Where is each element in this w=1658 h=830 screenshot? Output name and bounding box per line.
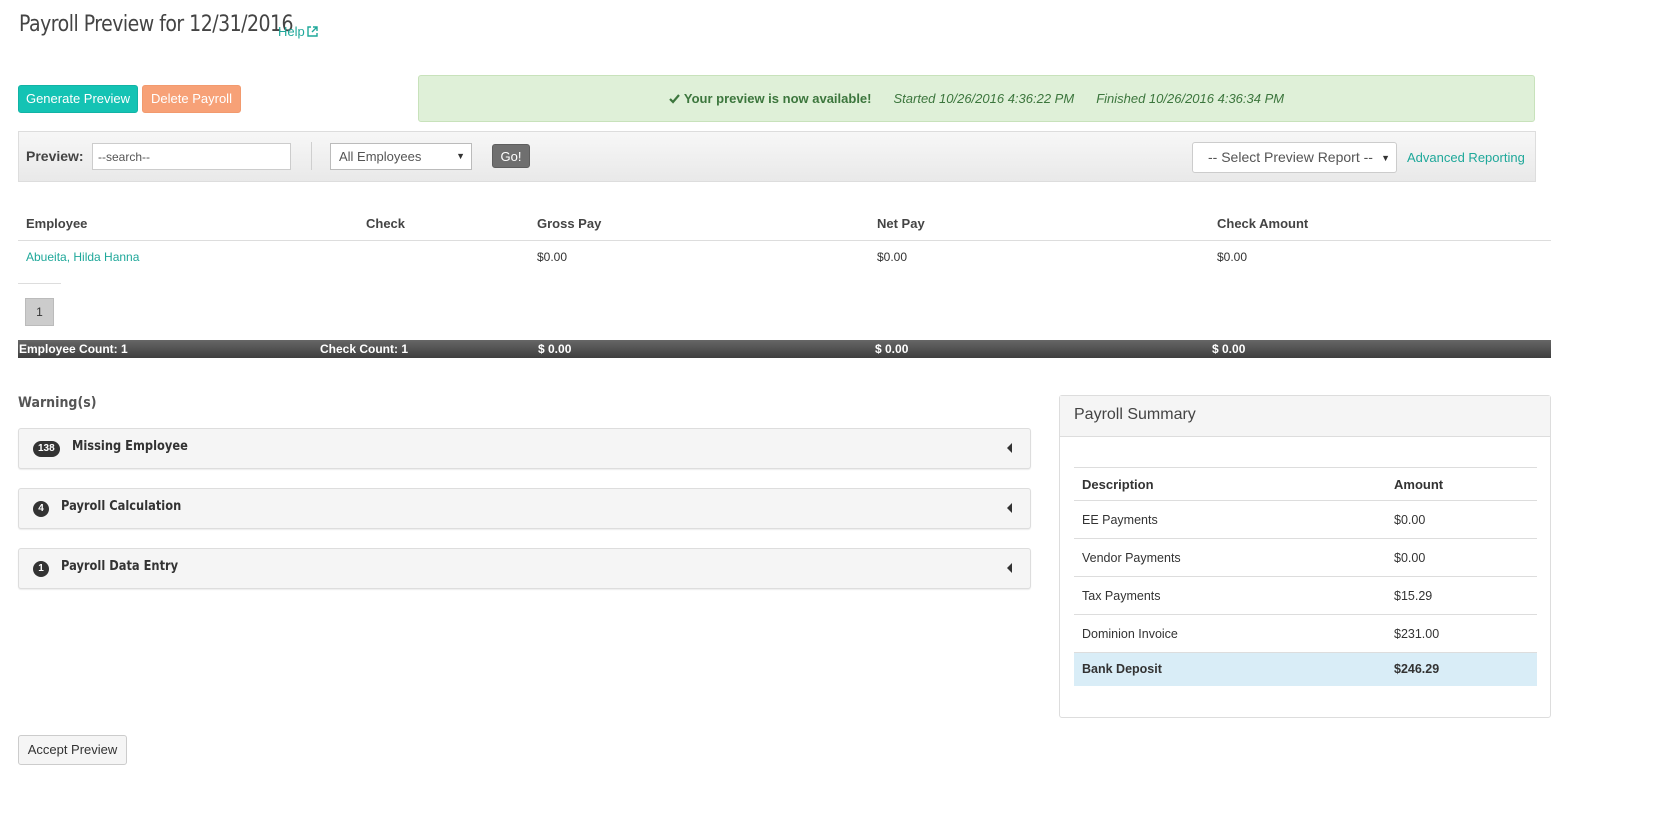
caret-left-icon	[1007, 563, 1012, 573]
preview-label: Preview:	[26, 148, 84, 164]
column-header-gross-pay[interactable]: Gross Pay	[537, 216, 601, 231]
warning-title: Payroll Calculation	[61, 499, 182, 514]
summary-amount: $231.00	[1386, 614, 1537, 653]
gross-total: $ 0.00	[538, 342, 572, 356]
alert-started: Started 10/26/2016 4:36:22 PM	[893, 91, 1075, 106]
alert-message: Your preview is now available!	[669, 91, 872, 106]
warning-panel-missing-employee[interactable]: 138 Missing Employee	[18, 428, 1031, 469]
warnings-heading: Warning(s)	[18, 395, 97, 411]
table-row: EE Payments $0.00	[1074, 500, 1537, 539]
summary-total-amount: $246.29	[1386, 652, 1537, 686]
preview-report-select[interactable]: -- Select Preview Report -- ▼	[1192, 142, 1397, 173]
warning-title: Missing Employee	[72, 439, 188, 454]
summary-description: Vendor Payments	[1074, 538, 1386, 577]
generate-preview-button[interactable]: Generate Preview	[18, 85, 138, 113]
advanced-reporting-link[interactable]: Advanced Reporting	[1407, 150, 1525, 165]
summary-amount: $0.00	[1386, 538, 1537, 577]
warning-count-badge: 1	[33, 561, 49, 577]
column-header-employee[interactable]: Employee	[26, 216, 87, 231]
pagination-divider	[18, 283, 61, 284]
help-link[interactable]: Help	[278, 24, 318, 39]
table-header-divider	[18, 240, 1551, 241]
alert-finished: Finished 10/26/2016 4:36:34 PM	[1096, 91, 1285, 106]
pagination-page-1[interactable]: 1	[25, 298, 54, 326]
check-count: Check Count: 1	[320, 342, 409, 356]
payroll-summary-title: Payroll Summary	[1060, 396, 1550, 437]
help-label: Help	[278, 24, 305, 39]
table-row: Tax Payments $15.29	[1074, 576, 1537, 615]
warning-panel-payroll-calculation[interactable]: 4 Payroll Calculation	[18, 488, 1031, 529]
summary-description: Dominion Invoice	[1074, 614, 1386, 653]
table-row: Dominion Invoice $231.00	[1074, 614, 1537, 653]
success-alert: Your preview is now available! Started 1…	[418, 75, 1535, 122]
accept-preview-button[interactable]: Accept Preview	[18, 735, 127, 765]
employee-filter-select[interactable]: All Employees ▼	[330, 143, 472, 170]
column-header-check[interactable]: Check	[366, 216, 405, 231]
summary-description: EE Payments	[1074, 500, 1386, 539]
employee-name-link[interactable]: Abueita, Hilda Hanna	[26, 250, 139, 264]
totals-bar: Employee Count: 1 Check Count: 1 $ 0.00 …	[18, 340, 1551, 358]
table-row: Vendor Payments $0.00	[1074, 538, 1537, 577]
employee-count: Employee Count: 1	[19, 342, 128, 356]
page-title: Payroll Preview for 12/31/2016	[19, 12, 294, 37]
summary-description: Tax Payments	[1074, 576, 1386, 615]
amount-total: $ 0.00	[1212, 342, 1246, 356]
warning-count-badge: 138	[33, 441, 60, 457]
dropdown-caret-icon: ▼	[456, 151, 465, 161]
payroll-summary-table: Description Amount EE Payments $0.00 Ven…	[1074, 467, 1537, 686]
net-total: $ 0.00	[875, 342, 909, 356]
external-link-icon	[307, 26, 318, 37]
column-header-net-pay[interactable]: Net Pay	[877, 216, 925, 231]
summary-header-description: Description	[1074, 467, 1386, 501]
gross-pay-cell: $0.00	[537, 250, 568, 264]
column-header-check-amount[interactable]: Check Amount	[1217, 216, 1308, 231]
net-pay-cell: $0.00	[877, 250, 908, 264]
toolbar-divider	[311, 142, 312, 170]
search-input[interactable]	[92, 143, 291, 170]
summary-header-amount: Amount	[1386, 467, 1537, 501]
summary-amount: $0.00	[1386, 500, 1537, 539]
summary-total-row: Bank Deposit $246.29	[1074, 652, 1537, 686]
delete-payroll-button[interactable]: Delete Payroll	[142, 85, 241, 113]
warning-panel-payroll-data-entry[interactable]: 1 Payroll Data Entry	[18, 548, 1031, 589]
preview-toolbar: Preview: All Employees ▼ Go! -- Select P…	[18, 131, 1536, 182]
checkmark-icon	[669, 94, 680, 104]
caret-left-icon	[1007, 503, 1012, 513]
dropdown-caret-icon: ▼	[1381, 153, 1390, 163]
caret-left-icon	[1007, 443, 1012, 453]
go-button[interactable]: Go!	[492, 144, 530, 168]
warning-count-badge: 4	[33, 501, 49, 517]
payroll-summary-panel: Payroll Summary Description Amount EE Pa…	[1059, 395, 1551, 718]
summary-amount: $15.29	[1386, 576, 1537, 615]
summary-total-description: Bank Deposit	[1074, 652, 1386, 686]
check-amount-cell: $0.00	[1217, 250, 1248, 264]
warning-title: Payroll Data Entry	[61, 559, 179, 574]
